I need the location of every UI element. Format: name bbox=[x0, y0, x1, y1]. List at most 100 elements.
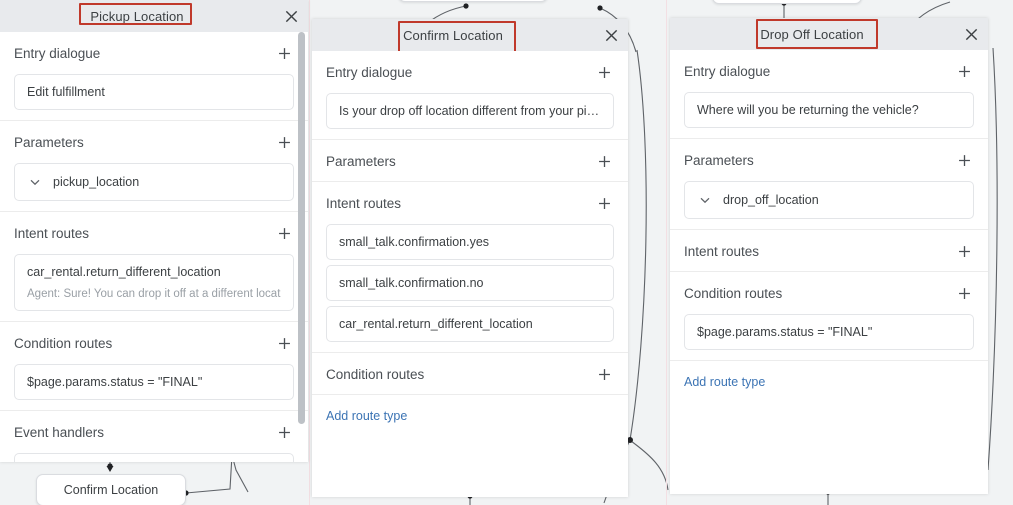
add-entry-dialogue-button[interactable] bbox=[274, 43, 294, 63]
close-icon[interactable] bbox=[954, 18, 988, 50]
card-condition-route[interactable]: $page.params.status = "FINAL" bbox=[14, 364, 294, 400]
card-intent-route[interactable]: car_rental.return_different_location bbox=[326, 306, 614, 342]
panel-header: Confirm Location bbox=[312, 19, 628, 55]
page-title: Confirm Location bbox=[403, 27, 503, 43]
card-label: $page.params.status = "FINAL" bbox=[27, 375, 203, 389]
card-edit-fulfillment[interactable]: Edit fulfillment bbox=[14, 74, 294, 110]
section-title: Event handlers bbox=[14, 424, 105, 440]
add-route-type-link[interactable]: Add route type bbox=[670, 361, 779, 389]
add-entry-dialogue-button[interactable] bbox=[954, 61, 974, 81]
card-label: car_rental.return_different_location bbox=[27, 265, 221, 279]
section-entry-dialogue: Entry dialogue Where will you be returni… bbox=[670, 50, 988, 139]
section-entry-dialogue: Entry dialogue Is your drop off location… bbox=[312, 51, 628, 140]
section-header: Intent routes bbox=[0, 212, 308, 249]
section-title: Intent routes bbox=[684, 243, 760, 259]
section-title: Condition routes bbox=[14, 335, 113, 351]
section-condition-routes: Condition routes $page.params.status = "… bbox=[0, 322, 308, 411]
section-title: Intent routes bbox=[326, 195, 402, 211]
section-header: Condition routes bbox=[670, 272, 988, 309]
section-intent-routes: Intent routes bbox=[670, 230, 988, 272]
card-sublabel: Agent: Sure! You can drop it off at a di… bbox=[27, 288, 281, 300]
card-entry-dialogue[interactable]: Is your drop off location different from… bbox=[326, 93, 614, 129]
section-title: Condition routes bbox=[684, 285, 783, 301]
card-entry-dialogue[interactable]: Where will you be returning the vehicle? bbox=[684, 92, 974, 128]
panel-body: Entry dialogue Where will you be returni… bbox=[670, 50, 988, 494]
section-header: Intent routes bbox=[670, 230, 988, 267]
section-header: Condition routes bbox=[0, 322, 308, 359]
card-label: small_talk.confirmation.no bbox=[339, 276, 484, 290]
section-intent-routes: Intent routes car_rental.return_differen… bbox=[0, 212, 308, 322]
add-route-type-link[interactable]: Add route type bbox=[312, 395, 421, 423]
graph-node-label: Confirm Location bbox=[63, 483, 159, 497]
card-label: $page.params.status = "FINAL" bbox=[697, 325, 873, 339]
section-header: Condition routes bbox=[312, 353, 628, 390]
section-title: Entry dialogue bbox=[684, 63, 771, 79]
add-intent-route-button[interactable] bbox=[594, 193, 614, 213]
card-intent-route[interactable]: small_talk.confirmation.yes bbox=[326, 224, 614, 260]
section-title: Entry dialogue bbox=[326, 64, 413, 80]
card-label: Is your drop off location different from… bbox=[339, 104, 601, 118]
graph-node-partial-top-middle[interactable] bbox=[398, 0, 548, 2]
section-title: Parameters bbox=[326, 153, 396, 169]
card-condition-route[interactable]: $page.params.status = "FINAL" bbox=[684, 314, 974, 350]
page-title: Pickup Location bbox=[90, 8, 184, 24]
section-parameters: Parameters bbox=[312, 140, 628, 182]
close-icon[interactable] bbox=[594, 19, 628, 51]
panel-body: Entry dialogue Edit fulfillment Paramete… bbox=[0, 32, 308, 462]
panel-header: Pickup Location bbox=[0, 0, 308, 32]
section-header: Entry dialogue bbox=[670, 50, 988, 87]
section-parameters: Parameters pickup_location bbox=[0, 121, 308, 212]
chevron-down-icon[interactable] bbox=[697, 192, 713, 208]
section-title: Parameters bbox=[684, 152, 754, 168]
section-intent-routes: Intent routes small_talk.confirmation.ye… bbox=[312, 182, 628, 353]
chevron-down-icon[interactable] bbox=[27, 174, 43, 190]
panel-pickup-location: Pickup Location Entry dialogue Edit fulf… bbox=[0, 0, 308, 462]
card-label: Where will you be returning the vehicle? bbox=[697, 103, 919, 117]
close-icon[interactable] bbox=[274, 0, 308, 32]
add-parameter-button[interactable] bbox=[954, 150, 974, 170]
panel-header: Drop Off Location bbox=[670, 18, 988, 50]
add-intent-route-button[interactable] bbox=[274, 223, 294, 243]
card-parameter-pickup-location[interactable]: pickup_location bbox=[14, 163, 294, 201]
add-condition-route-button[interactable] bbox=[274, 333, 294, 353]
add-event-handler-button[interactable] bbox=[274, 422, 294, 442]
card-label: drop_off_location bbox=[723, 193, 819, 207]
card-intent-route[interactable]: car_rental.return_different_location Age… bbox=[14, 254, 294, 311]
card-parameter-drop-off-location[interactable]: drop_off_location bbox=[684, 181, 974, 219]
add-condition-route-button[interactable] bbox=[594, 364, 614, 384]
card-event-handler[interactable]: No-Match City bbox=[14, 453, 294, 462]
section-header: Entry dialogue bbox=[312, 51, 628, 88]
section-title: Intent routes bbox=[14, 225, 90, 241]
graph-node-partial-top[interactable] bbox=[712, 0, 862, 4]
pane-divider-right bbox=[666, 0, 667, 505]
pane-divider-left bbox=[309, 0, 310, 505]
section-condition-routes: Condition routes $page.params.status = "… bbox=[670, 272, 988, 361]
panel-body: Entry dialogue Is your drop off location… bbox=[312, 51, 628, 497]
add-parameter-button[interactable] bbox=[274, 132, 294, 152]
flow-editor-canvas: Confirm Location Pickup Location Entry d… bbox=[0, 0, 1013, 505]
add-entry-dialogue-button[interactable] bbox=[594, 62, 614, 82]
section-event-handlers: Event handlers No-Match City bbox=[0, 411, 308, 462]
add-parameter-button[interactable] bbox=[594, 151, 614, 171]
section-entry-dialogue: Entry dialogue Edit fulfillment bbox=[0, 32, 308, 121]
section-title: Condition routes bbox=[326, 366, 425, 382]
add-intent-route-button[interactable] bbox=[954, 241, 974, 261]
card-label: small_talk.confirmation.yes bbox=[339, 235, 490, 249]
add-condition-route-button[interactable] bbox=[954, 283, 974, 303]
panel-confirm-location: Confirm Location Entry dialogue Is your … bbox=[312, 19, 628, 497]
section-header: Parameters bbox=[312, 140, 628, 177]
section-title: Entry dialogue bbox=[14, 45, 101, 61]
card-label: Edit fulfillment bbox=[27, 85, 105, 99]
section-header: Entry dialogue bbox=[0, 32, 308, 69]
section-parameters: Parameters drop_off_location bbox=[670, 139, 988, 230]
card-intent-route[interactable]: small_talk.confirmation.no bbox=[326, 265, 614, 301]
section-header: Event handlers bbox=[0, 411, 308, 448]
section-header: Intent routes bbox=[312, 182, 628, 219]
graph-node-confirm-location[interactable]: Confirm Location bbox=[36, 474, 186, 505]
scrollbar-thumb[interactable] bbox=[298, 32, 305, 424]
card-label: car_rental.return_different_location bbox=[339, 317, 533, 331]
section-header: Parameters bbox=[0, 121, 308, 158]
card-label: pickup_location bbox=[53, 175, 140, 189]
section-header: Parameters bbox=[670, 139, 988, 176]
section-condition-routes: Condition routes bbox=[312, 353, 628, 395]
